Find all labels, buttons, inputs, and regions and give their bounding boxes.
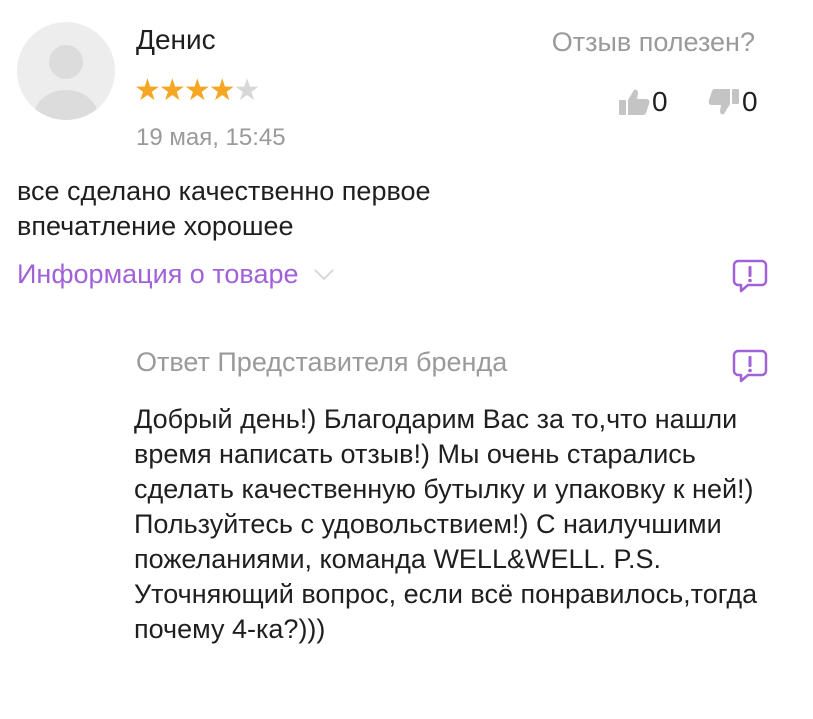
review-date: 19 мая, 15:45	[136, 124, 286, 151]
helpful-question: Отзыв полезен?	[551, 27, 755, 57]
report-review-button[interactable]	[732, 259, 768, 293]
star-icon: ★	[183, 74, 211, 107]
thumbs-up-icon	[619, 89, 650, 115]
product-info-link[interactable]: Информация о товаре	[17, 259, 335, 290]
star-icon: ★	[208, 74, 236, 107]
report-exclamation-icon	[732, 259, 768, 293]
like-count: 0	[652, 86, 668, 117]
review-text: все сделано качественно первое впечатлен…	[17, 176, 431, 241]
chevron-down-icon	[313, 268, 334, 280]
star-icon: ★	[134, 74, 161, 107]
report-reply-button[interactable]	[732, 349, 768, 383]
star-rating: ★★★★★	[134, 74, 261, 107]
brand-reply-title: Ответ Представителя бренда	[136, 347, 508, 377]
star-icon: ★	[158, 74, 186, 107]
like-button[interactable]: 0	[618, 86, 668, 117]
brand-reply-text: Добрый день!) Благодарим Вас за то,что н…	[134, 404, 758, 644]
dislike-button[interactable]: 0	[708, 86, 758, 117]
report-exclamation-icon	[732, 349, 768, 383]
review-author: Денис	[136, 24, 216, 55]
thumbs-down-icon	[708, 89, 739, 115]
star-empty-icon: ★	[233, 74, 261, 107]
avatar	[17, 22, 115, 120]
dislike-count: 0	[742, 86, 758, 117]
product-info-label: Информация о товаре	[17, 259, 299, 289]
avatar-placeholder-icon	[34, 45, 98, 120]
